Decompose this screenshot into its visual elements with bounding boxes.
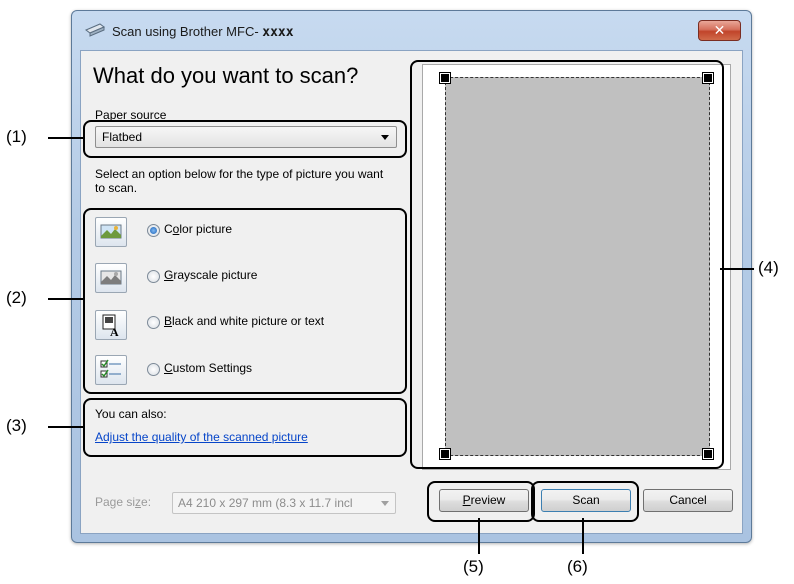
page-title: What do you want to scan? — [93, 63, 359, 88]
callout-line-3 — [48, 426, 83, 428]
window-title: Scan using Brother MFC- xxxx — [112, 24, 294, 40]
callout-label-1: (1) — [6, 127, 27, 146]
callout-label-3: (3) — [6, 416, 27, 435]
cancel-button[interactable]: Cancel — [643, 489, 733, 512]
close-button[interactable]: ✕ — [698, 20, 741, 41]
callout-box-2 — [83, 208, 407, 394]
callout-label-6: (6) — [567, 557, 588, 576]
callout-label-4: (4) — [758, 258, 779, 277]
chevron-down-icon — [381, 501, 389, 506]
instruction-text: Select an option below for the type of p… — [95, 167, 384, 195]
scanner-icon — [85, 23, 105, 37]
callout-line-6 — [582, 518, 584, 554]
close-icon: ✕ — [713, 22, 726, 38]
callout-box-5 — [427, 481, 535, 522]
page-size-value: A4 210 x 297 mm (8.3 x 11.7 incl — [178, 496, 353, 510]
callout-line-2 — [48, 298, 83, 300]
callout-line-4 — [720, 268, 754, 270]
callout-box-6 — [531, 481, 639, 522]
callout-label-5: (5) — [463, 557, 484, 576]
callout-line-5 — [478, 518, 480, 554]
callout-line-1 — [48, 137, 83, 139]
callout-box-3 — [83, 398, 407, 457]
callout-box-4 — [410, 60, 724, 469]
callout-box-1 — [83, 120, 407, 158]
callout-label-2: (2) — [6, 288, 27, 307]
page-size-dropdown[interactable]: A4 210 x 297 mm (8.3 x 11.7 incl — [172, 492, 396, 514]
page-size-label: Page size: — [95, 495, 152, 509]
